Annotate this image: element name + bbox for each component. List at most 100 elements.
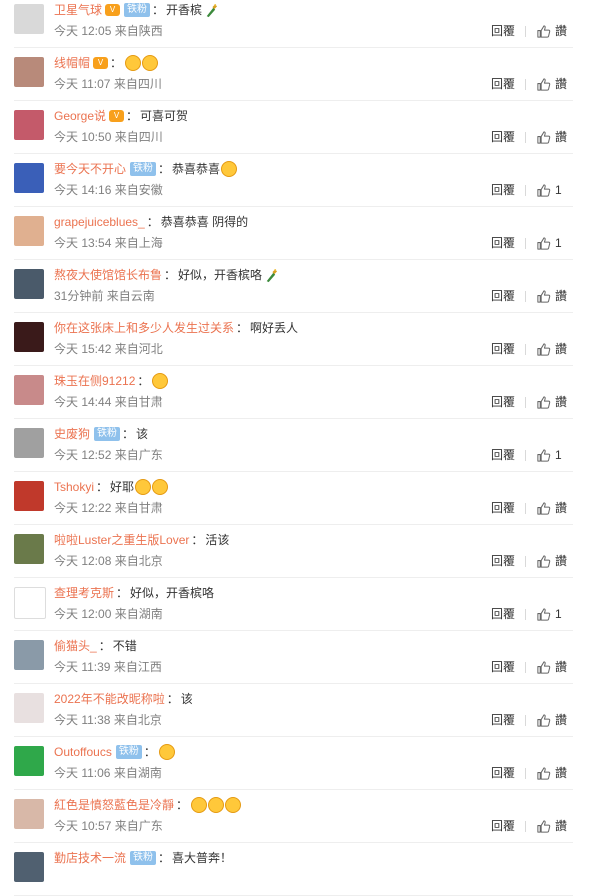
avatar[interactable] xyxy=(14,57,44,87)
username-link[interactable]: 偷猫头_ xyxy=(54,637,97,655)
emoji-face-icon xyxy=(135,479,152,495)
fan-badge: 铁粉 xyxy=(94,427,121,441)
like-button[interactable]: 1 xyxy=(536,606,573,622)
avatar[interactable] xyxy=(14,4,44,34)
comment-time: 今天 11:06 xyxy=(54,766,111,780)
emoji-face-icon xyxy=(152,373,169,389)
comment-item: 2022年不能改昵称啦：该今天 11:38 来自北京 回覆 讚 xyxy=(14,684,573,737)
reply-button[interactable]: 回覆 xyxy=(491,447,515,463)
like-button[interactable]: 讚 xyxy=(536,23,573,39)
like-button[interactable]: 讚 xyxy=(536,394,573,410)
colon: ： xyxy=(166,692,179,706)
reply-button[interactable]: 回覆 xyxy=(491,818,515,834)
comment-content: 史废狗 铁粉：该 xyxy=(54,425,148,443)
reply-button[interactable]: 回覆 xyxy=(491,235,515,251)
username-link[interactable]: 熬夜大使馆馆长布鲁 xyxy=(54,266,162,284)
reply-button[interactable]: 回覆 xyxy=(491,765,515,781)
avatar[interactable] xyxy=(14,640,44,670)
reply-button[interactable]: 回覆 xyxy=(491,553,515,569)
avatar[interactable] xyxy=(14,375,44,405)
comment-location: 来自甘肃 xyxy=(114,501,163,515)
action-divider xyxy=(525,396,526,408)
like-button[interactable]: 讚 xyxy=(536,659,573,675)
username-link[interactable]: 要今天不开心 xyxy=(54,160,126,178)
comment-meta: 今天 14:44 来自甘肃 xyxy=(54,394,163,410)
comment-text: 开香槟 xyxy=(166,3,203,17)
username-link[interactable]: Tshokyi xyxy=(54,478,94,496)
username-link[interactable]: 勤店技术一流 xyxy=(54,849,126,867)
username-link[interactable]: Outoffoucs xyxy=(54,743,112,761)
reply-button[interactable]: 回覆 xyxy=(491,76,515,92)
avatar[interactable] xyxy=(14,216,44,246)
avatar[interactable] xyxy=(14,481,44,511)
reply-button[interactable]: 回覆 xyxy=(491,394,515,410)
colon: ： xyxy=(137,374,150,388)
username-link[interactable]: 线帽帽 xyxy=(54,54,90,72)
like-count: 讚 xyxy=(555,819,568,833)
avatar[interactable] xyxy=(14,269,44,299)
comment-item: Outoffoucs 铁粉： 今天 11:06 来自湖南 回覆 讚 xyxy=(14,737,573,790)
colon: ： xyxy=(143,745,156,759)
comment-actions: 回覆 讚 xyxy=(491,818,573,834)
like-button[interactable]: 讚 xyxy=(536,288,573,304)
thumb-up-icon xyxy=(537,660,551,674)
like-button[interactable]: 讚 xyxy=(536,76,573,92)
comment-content: 紅色是憤怒藍色是冷靜： xyxy=(54,796,242,814)
like-button[interactable]: 1 xyxy=(536,235,573,251)
colon: ： xyxy=(158,851,171,865)
action-divider xyxy=(525,237,526,249)
reply-button[interactable]: 回覆 xyxy=(491,288,515,304)
like-button[interactable]: 1 xyxy=(536,182,573,198)
avatar[interactable] xyxy=(14,163,44,193)
like-button[interactable]: 讚 xyxy=(536,712,573,728)
avatar[interactable] xyxy=(14,852,44,882)
username-link[interactable]: 史废狗 xyxy=(54,425,90,443)
avatar[interactable] xyxy=(14,322,44,352)
comment-content: grapejuiceblues_：恭喜恭喜 阴得的 xyxy=(54,213,248,231)
comment-item: 你在这张床上和多少人发生过关系：啊好丢人 今天 15:42 来自河北 回覆 讚 xyxy=(14,313,573,366)
reply-button[interactable]: 回覆 xyxy=(491,341,515,357)
avatar[interactable] xyxy=(14,428,44,458)
username-link[interactable]: 珠玉在侧91212 xyxy=(54,372,135,390)
username-link[interactable]: 你在这张床上和多少人发生过关系 xyxy=(54,319,234,337)
like-button[interactable]: 讚 xyxy=(536,500,573,516)
avatar[interactable] xyxy=(14,110,44,140)
avatar[interactable] xyxy=(14,534,44,564)
thumb-up-icon xyxy=(537,130,551,144)
action-divider xyxy=(525,343,526,355)
username-link[interactable]: 查理考克斯 xyxy=(54,584,114,602)
like-button[interactable]: 讚 xyxy=(536,818,573,834)
reply-button[interactable]: 回覆 xyxy=(491,129,515,145)
reply-button[interactable]: 回覆 xyxy=(491,606,515,622)
like-button[interactable]: 讚 xyxy=(536,553,573,569)
username-link[interactable]: 卫星气球 xyxy=(54,1,102,19)
reply-button[interactable]: 回覆 xyxy=(491,23,515,39)
avatar[interactable] xyxy=(14,799,44,829)
username-link[interactable]: George说 xyxy=(54,107,106,125)
comment-location: 来自安徽 xyxy=(114,183,163,197)
action-divider xyxy=(525,767,526,779)
like-button[interactable]: 1 xyxy=(536,447,573,463)
username-link[interactable]: 2022年不能改昵称啦 xyxy=(54,690,165,708)
reply-button[interactable]: 回覆 xyxy=(491,500,515,516)
username-link[interactable]: grapejuiceblues_ xyxy=(54,213,145,231)
username-link[interactable]: 紅色是憤怒藍色是冷靜 xyxy=(54,796,174,814)
reply-button[interactable]: 回覆 xyxy=(491,659,515,675)
like-button[interactable]: 讚 xyxy=(536,129,573,145)
colon: ： xyxy=(110,56,123,70)
comment-location: 来自北京 xyxy=(113,713,162,727)
reply-button[interactable]: 回覆 xyxy=(491,182,515,198)
avatar[interactable] xyxy=(14,693,44,723)
comment-actions: 回覆 讚 xyxy=(491,553,573,569)
comment-actions: 回覆 讚 xyxy=(491,712,573,728)
comment-text: 可喜可贺 xyxy=(140,109,189,123)
avatar[interactable] xyxy=(14,587,46,619)
reply-button[interactable]: 回覆 xyxy=(491,712,515,728)
like-button[interactable]: 讚 xyxy=(536,765,573,781)
comment-text: 活该 xyxy=(205,533,230,547)
username-link[interactable]: 啦啦Luster之重生版Lover xyxy=(54,531,189,549)
like-button[interactable]: 讚 xyxy=(536,341,573,357)
thumb-up-icon xyxy=(537,236,551,250)
comment-meta: 今天 11:07 来自四川 xyxy=(54,76,162,92)
avatar[interactable] xyxy=(14,746,44,776)
